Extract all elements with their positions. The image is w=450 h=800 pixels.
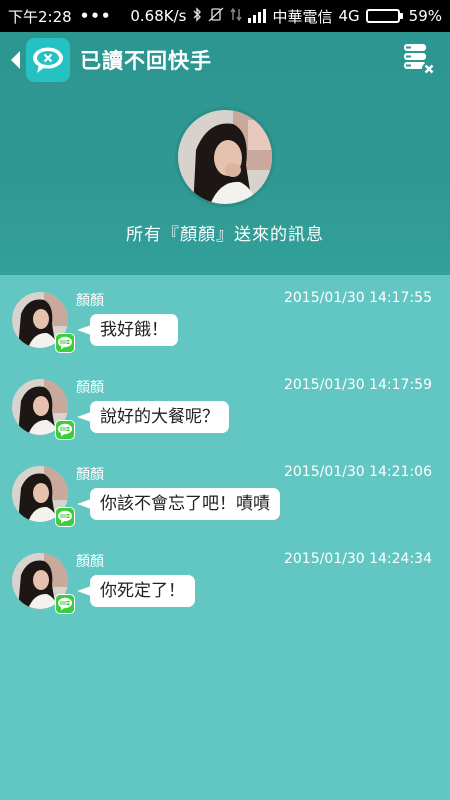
line-app-icon xyxy=(55,507,75,527)
clock: 下午2:28 xyxy=(8,7,72,26)
battery-icon xyxy=(365,9,403,23)
app-title: 已讀不回快手 xyxy=(80,49,212,73)
back-icon[interactable] xyxy=(4,32,26,88)
profile-caption: 所有『顏顏』送來的訊息 xyxy=(126,225,324,245)
sender-name: 顏顏 xyxy=(76,293,104,309)
carrier-name: 中華電信 xyxy=(272,7,333,26)
line-app-icon xyxy=(55,333,75,353)
message-item[interactable]: 顏顏 2015/01/30 14:17:59 說好的大餐呢？ xyxy=(0,362,450,449)
message-time: 2015/01/30 14:21:06 xyxy=(283,464,432,480)
speech-bubble-x-icon xyxy=(26,38,70,82)
clear-database-icon[interactable] xyxy=(402,42,438,78)
sender-name: 顏顏 xyxy=(76,380,104,396)
bluetooth-icon xyxy=(192,6,202,26)
sender-name: 顏顏 xyxy=(76,554,104,570)
message-list: 顏顏 2015/01/30 14:17:55 我好餓！ 顏顏 2015/01/3… xyxy=(0,275,450,623)
line-app-icon xyxy=(55,594,75,614)
status-bar: 下午2:28 ••• 0.68K/s 中華電信 4G 59% xyxy=(0,0,450,32)
vibrate-off-icon xyxy=(208,7,224,26)
sender-name: 顏顏 xyxy=(76,467,104,483)
message-time: 2015/01/30 14:17:55 xyxy=(283,290,432,306)
data-arrows-icon xyxy=(230,7,243,26)
battery-percent: 59% xyxy=(408,7,442,25)
line-app-icon xyxy=(55,420,75,440)
message-bubble: 我好餓！ xyxy=(77,314,178,346)
message-bubble: 說好的大餐呢？ xyxy=(77,401,229,433)
message-item[interactable]: 顏顏 2015/01/30 14:21:06 你該不會忘了吧！嘖嘖 xyxy=(0,449,450,536)
app-bar: 已讀不回快手 xyxy=(0,32,450,88)
message-time: 2015/01/30 14:24:34 xyxy=(283,551,432,567)
network-type: 4G xyxy=(338,7,360,25)
message-bubble: 你死定了！ xyxy=(77,575,195,607)
message-bubble: 你該不會忘了吧！嘖嘖 xyxy=(77,488,280,520)
header: 已讀不回快手 所有『顏顏』送來的訊息 xyxy=(0,32,450,275)
notification-dots: ••• xyxy=(79,7,112,25)
profile-avatar xyxy=(175,107,275,207)
message-item[interactable]: 顏顏 2015/01/30 14:17:55 我好餓！ xyxy=(0,275,450,362)
signal-icon xyxy=(248,9,267,23)
network-speed: 0.68K/s xyxy=(130,7,187,25)
message-time: 2015/01/30 14:17:59 xyxy=(283,377,432,393)
message-item[interactable]: 顏顏 2015/01/30 14:24:34 你死定了！ xyxy=(0,536,450,623)
